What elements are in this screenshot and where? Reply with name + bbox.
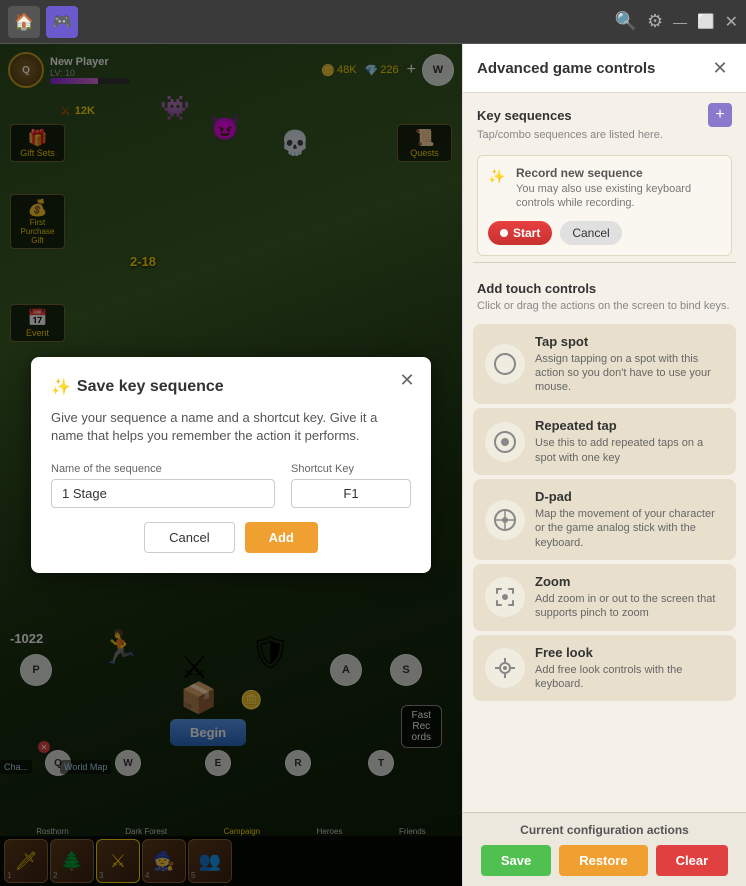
modal-title-text: Save key sequence [77,378,224,396]
start-recording-button[interactable]: Start [488,221,552,245]
name-label: Name of the sequence [51,463,275,475]
config-actions: Save Restore Clear [477,845,732,876]
modal-close-button[interactable]: ✕ [395,369,419,393]
settings-icon[interactable]: ⚙ [647,11,663,32]
modal-title: ✨ Save key sequence [51,377,411,397]
record-title: Record new sequence [516,166,721,180]
repeated-tap-desc: Use this to add repeated taps on a spot … [535,436,724,465]
shortcut-label: Shortcut Key [291,463,411,475]
divider-1 [473,262,736,263]
key-sequences-header: Key sequences + [463,93,746,129]
modal-description: Give your sequence a name and a shortcut… [51,409,411,445]
right-panel: Advanced game controls ✕ Key sequences +… [462,44,746,886]
panel-title: Advanced game controls [477,60,655,77]
tap-spot-title: Tap spot [535,334,724,349]
free-look-title: Free look [535,645,724,660]
repeated-tap-title: Repeated tap [535,418,724,433]
modal-cancel-button[interactable]: Cancel [144,522,234,553]
record-buttons: Start Cancel [488,221,721,245]
game-area: Q New Player LV: 10 🪙 48K 💎 226 + [0,44,462,886]
modal-add-button[interactable]: Add [245,522,318,553]
touch-controls-title: Add touch controls [463,271,746,300]
zoom-info: Zoom Add zoom in or out to the screen th… [535,574,724,621]
dpad-desc: Map the movement of your character or th… [535,507,724,550]
shortcut-field: Shortcut Key [291,463,411,508]
dpad-icon [485,500,525,540]
name-input[interactable] [51,479,275,508]
maximize-icon[interactable]: ⬜ [697,13,714,30]
modal-title-icon: ✨ [51,377,71,397]
repeated-tap-card[interactable]: Repeated tap Use this to add repeated ta… [473,408,736,475]
window-controls: 🔍 ⚙ — ⬜ ✕ [615,11,738,32]
name-field: Name of the sequence [51,463,275,508]
game-icon[interactable]: 🎮 [46,6,78,38]
config-bar-title: Current configuration actions [477,823,732,837]
free-look-card[interactable]: Free look Add free look controls with th… [473,635,736,702]
modal-actions: Cancel Add [51,522,411,553]
record-dot [500,229,508,237]
restore-button[interactable]: Restore [559,845,647,876]
touch-controls-section: Add touch controls Click or drag the act… [463,267,746,710]
clear-button[interactable]: Clear [656,845,729,876]
zoom-icon [485,577,525,617]
close-icon[interactable]: ✕ [725,12,738,32]
top-bar-icons: 🏠 🎮 [8,6,78,38]
dpad-card[interactable]: D-pad Map the movement of your character… [473,479,736,560]
add-key-sequence-button[interactable]: + [708,103,732,127]
shortcut-input[interactable] [291,479,411,508]
tap-spot-desc: Assign tapping on a spot with this actio… [535,352,724,395]
record-icon: ✨ [488,168,508,188]
record-row: ✨ Record new sequence You may also use e… [488,166,721,211]
tap-spot-card[interactable]: Tap spot Assign tapping on a spot with t… [473,324,736,405]
dpad-title: D-pad [535,489,724,504]
free-look-info: Free look Add free look controls with th… [535,645,724,692]
key-sequences-title: Key sequences [477,108,572,123]
save-key-sequence-modal: ✨ Save key sequence ✕ Give your sequence… [31,357,431,573]
save-button[interactable]: Save [481,845,551,876]
dpad-info: D-pad Map the movement of your character… [535,489,724,550]
free-look-icon [485,648,525,688]
cancel-recording-button[interactable]: Cancel [560,221,621,245]
touch-controls-subtitle: Click or drag the actions on the screen … [463,300,746,320]
record-area: ✨ Record new sequence You may also use e… [477,155,732,256]
record-info: Record new sequence You may also use exi… [516,166,721,211]
zoom-card[interactable]: Zoom Add zoom in or out to the screen th… [473,564,736,631]
modal-fields: Name of the sequence Shortcut Key [51,463,411,508]
home-icon[interactable]: 🏠 [8,6,40,38]
key-sequences-subtitle: Tap/combo sequences are listed here. [463,129,746,149]
main-layout: Q New Player LV: 10 🪙 48K 💎 226 + [0,44,746,886]
tap-spot-info: Tap spot Assign tapping on a spot with t… [535,334,724,395]
minimize-icon[interactable]: — [673,14,687,30]
panel-scroll: Key sequences + Tap/combo sequences are … [463,93,746,812]
tap-spot-icon [485,344,525,384]
free-look-desc: Add free look controls with the keyboard… [535,663,724,692]
top-bar: 🏠 🎮 🔍 ⚙ — ⬜ ✕ [0,0,746,44]
modal-overlay: ✨ Save key sequence ✕ Give your sequence… [0,44,462,886]
repeated-tap-icon [485,422,525,462]
zoom-title: Zoom [535,574,724,589]
repeated-tap-info: Repeated tap Use this to add repeated ta… [535,418,724,465]
search-icon[interactable]: 🔍 [615,11,637,32]
start-label: Start [513,226,540,240]
config-bar: Current configuration actions Save Resto… [463,812,746,886]
panel-close-button[interactable]: ✕ [708,56,732,80]
panel-header: Advanced game controls ✕ [463,44,746,93]
record-desc: You may also use existing keyboard contr… [516,182,721,211]
zoom-desc: Add zoom in or out to the screen that su… [535,592,724,621]
